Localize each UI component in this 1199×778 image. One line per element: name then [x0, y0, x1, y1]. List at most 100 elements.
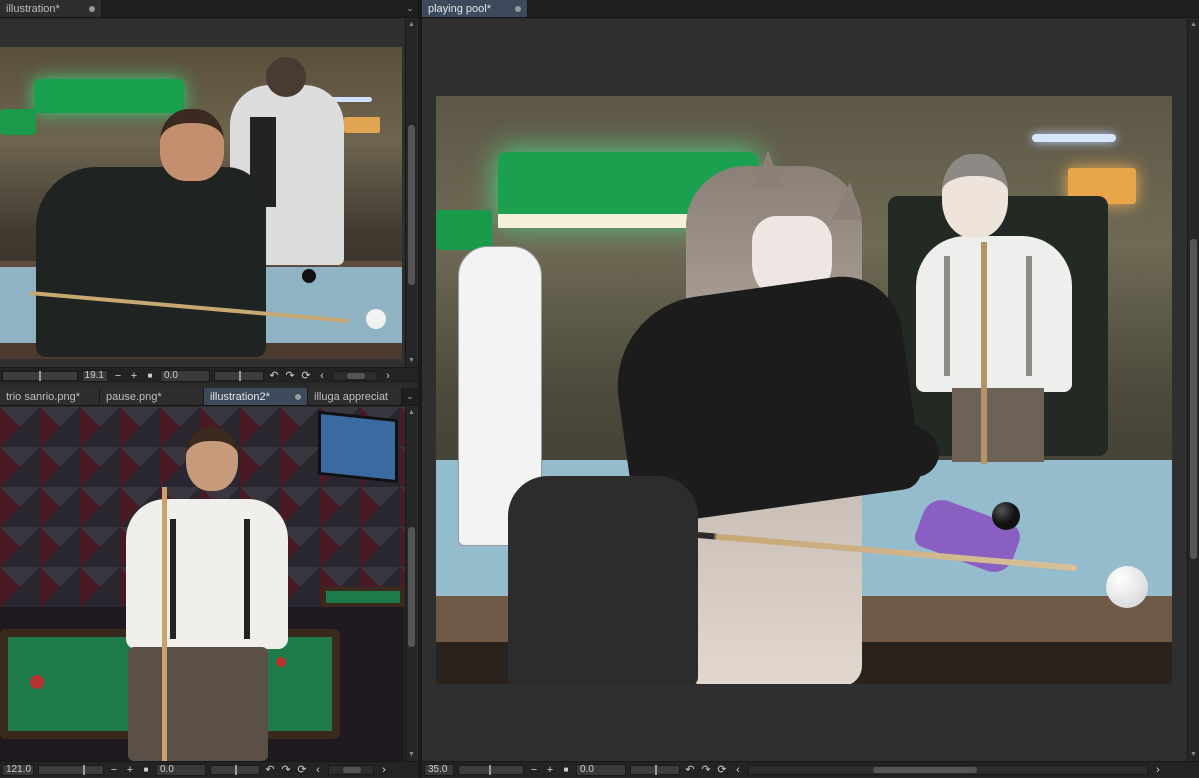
rotation-field[interactable]: 0.0 — [156, 763, 206, 776]
stop-icon[interactable]: ■ — [144, 370, 156, 382]
horizontal-scrollbar[interactable] — [332, 370, 378, 381]
main-canvas[interactable] — [422, 19, 1186, 761]
zoom-field[interactable]: 121.0 — [2, 763, 34, 776]
reference-photo-woman — [0, 47, 402, 359]
zoom-field[interactable]: 35.0 — [424, 763, 454, 776]
man-shirt — [916, 236, 1072, 392]
tab-illustration2[interactable]: illustration2* — [204, 388, 308, 405]
zoom-value: 121.0 — [6, 763, 32, 775]
scroll-left-icon[interactable]: ‹ — [316, 370, 328, 382]
scroll-down-icon[interactable]: ▼ — [406, 355, 417, 367]
scroll-right-icon[interactable]: › — [378, 764, 390, 776]
red-ball — [276, 657, 286, 667]
scroll-thumb[interactable] — [408, 527, 415, 647]
tab-playing-pool[interactable]: playing pool* — [422, 0, 528, 17]
tab-close-dot[interactable] — [515, 6, 521, 12]
tab-pause[interactable]: pause.png* — [100, 388, 204, 405]
reset-rotation-icon[interactable]: ⟳ — [716, 764, 728, 776]
left-top-vertical-scrollbar[interactable]: ▲ ▼ — [405, 19, 417, 367]
zoom-in-icon[interactable]: + — [544, 764, 556, 776]
rotate-right-icon[interactable]: ↷ — [284, 370, 296, 382]
suspender — [244, 519, 250, 639]
black-ball — [992, 502, 1020, 530]
scroll-down-icon[interactable]: ▼ — [406, 749, 417, 761]
tab-close-dot[interactable] — [295, 394, 301, 400]
rotate-right-icon[interactable]: ↷ — [280, 764, 292, 776]
tab-menu-icon[interactable]: ⌄ — [402, 388, 418, 405]
reference-photo-man — [0, 407, 404, 761]
rotation-slider[interactable] — [214, 370, 264, 381]
scroll-right-icon[interactable]: › — [1152, 764, 1164, 776]
scroll-up-icon[interactable]: ▲ — [1188, 19, 1199, 31]
main-vertical-scrollbar[interactable]: ▲ ▼ — [1187, 19, 1199, 761]
zoom-value: 35.0 — [428, 763, 448, 775]
left-bottom-statusbar: 121.0 − + ■ 0.0 ↶ ↷ ⟳ ‹ › — [0, 761, 418, 777]
tab-label: illustration2* — [210, 391, 270, 403]
man-shirt — [126, 499, 288, 649]
main-statusbar: 35.0 − + ■ 0.0 ↶ ↷ ⟳ ‹ › — [422, 761, 1199, 777]
rotate-left-icon[interactable]: ↶ — [268, 370, 280, 382]
zoom-slider[interactable] — [458, 764, 524, 775]
tab-illustration[interactable]: illustration* — [0, 0, 102, 17]
zoom-out-icon[interactable]: − — [108, 764, 120, 776]
scroll-right-icon[interactable]: › — [382, 370, 394, 382]
woman-legs — [508, 476, 698, 684]
tab-label: illuga appreciat — [314, 391, 388, 403]
tab-label: trio sanrio.png* — [6, 391, 80, 403]
tv-screen — [318, 410, 398, 484]
rotation-value: 0.0 — [160, 763, 174, 775]
rotation-slider[interactable] — [210, 764, 260, 775]
man-trousers — [952, 388, 1044, 462]
reset-rotation-icon[interactable]: ⟳ — [296, 764, 308, 776]
zoom-out-icon[interactable]: − — [528, 764, 540, 776]
zoom-in-icon[interactable]: + — [128, 370, 140, 382]
horizontal-scrollbar[interactable] — [748, 764, 1148, 775]
left-top-canvas[interactable] — [0, 19, 404, 367]
left-top-statusbar: 19.1 − + ■ 0.0 ↶ ↷ ⟳ ‹ › — [0, 367, 418, 383]
rotate-left-icon[interactable]: ↶ — [684, 764, 696, 776]
scroll-left-icon[interactable]: ‹ — [312, 764, 324, 776]
tab-close-dot[interactable] — [89, 6, 95, 12]
rotate-left-icon[interactable]: ↶ — [264, 764, 276, 776]
zoom-slider[interactable] — [2, 370, 78, 381]
tab-illuga-appreciat[interactable]: illuga appreciat — [308, 388, 402, 405]
rotation-field[interactable]: 0.0 — [160, 369, 210, 382]
white-ball — [366, 309, 386, 329]
zoom-field[interactable]: 19.1 — [82, 369, 108, 382]
rotation-slider[interactable] — [630, 764, 680, 775]
scroll-left-icon[interactable]: ‹ — [732, 764, 744, 776]
scroll-up-icon[interactable]: ▲ — [406, 407, 417, 419]
left-bottom-canvas[interactable] — [0, 407, 404, 761]
man-trousers — [128, 647, 268, 761]
ceiling-light — [1032, 134, 1116, 142]
green-lamp — [34, 79, 184, 113]
scroll-up-icon[interactable]: ▲ — [406, 19, 417, 31]
black-ball — [302, 269, 316, 283]
left-bottom-vertical-scrollbar[interactable]: ▲ ▼ — [405, 407, 417, 761]
stop-icon[interactable]: ■ — [560, 764, 572, 776]
reset-rotation-icon[interactable]: ⟳ — [300, 370, 312, 382]
left-top-tabbar: illustration* ⌄ — [0, 0, 418, 18]
zoom-out-icon[interactable]: − — [112, 370, 124, 382]
zoom-slider[interactable] — [38, 764, 104, 775]
tab-menu-icon[interactable]: ⌄ — [402, 0, 418, 17]
pool-cue — [162, 487, 167, 761]
man-head — [942, 154, 1008, 238]
rotate-right-icon[interactable]: ↷ — [700, 764, 712, 776]
rotation-field[interactable]: 0.0 — [576, 763, 626, 776]
tab-label: pause.png* — [106, 391, 162, 403]
green-lamp — [0, 109, 36, 135]
scroll-thumb[interactable] — [1190, 239, 1197, 559]
scroll-thumb[interactable] — [408, 125, 415, 285]
left-bottom-tabbar: trio sanrio.png* pause.png* illustration… — [0, 388, 418, 406]
green-lamp — [436, 210, 492, 250]
stop-icon[interactable]: ■ — [140, 764, 152, 776]
woman-head — [160, 109, 224, 181]
zoom-in-icon[interactable]: + — [124, 764, 136, 776]
scroll-down-icon[interactable]: ▼ — [1188, 749, 1199, 761]
rotation-value: 0.0 — [580, 763, 594, 775]
man-head — [186, 427, 238, 491]
zoom-value: 19.1 — [84, 369, 104, 381]
horizontal-scrollbar[interactable] — [328, 764, 374, 775]
tab-trio-sanrio[interactable]: trio sanrio.png* — [0, 388, 100, 405]
